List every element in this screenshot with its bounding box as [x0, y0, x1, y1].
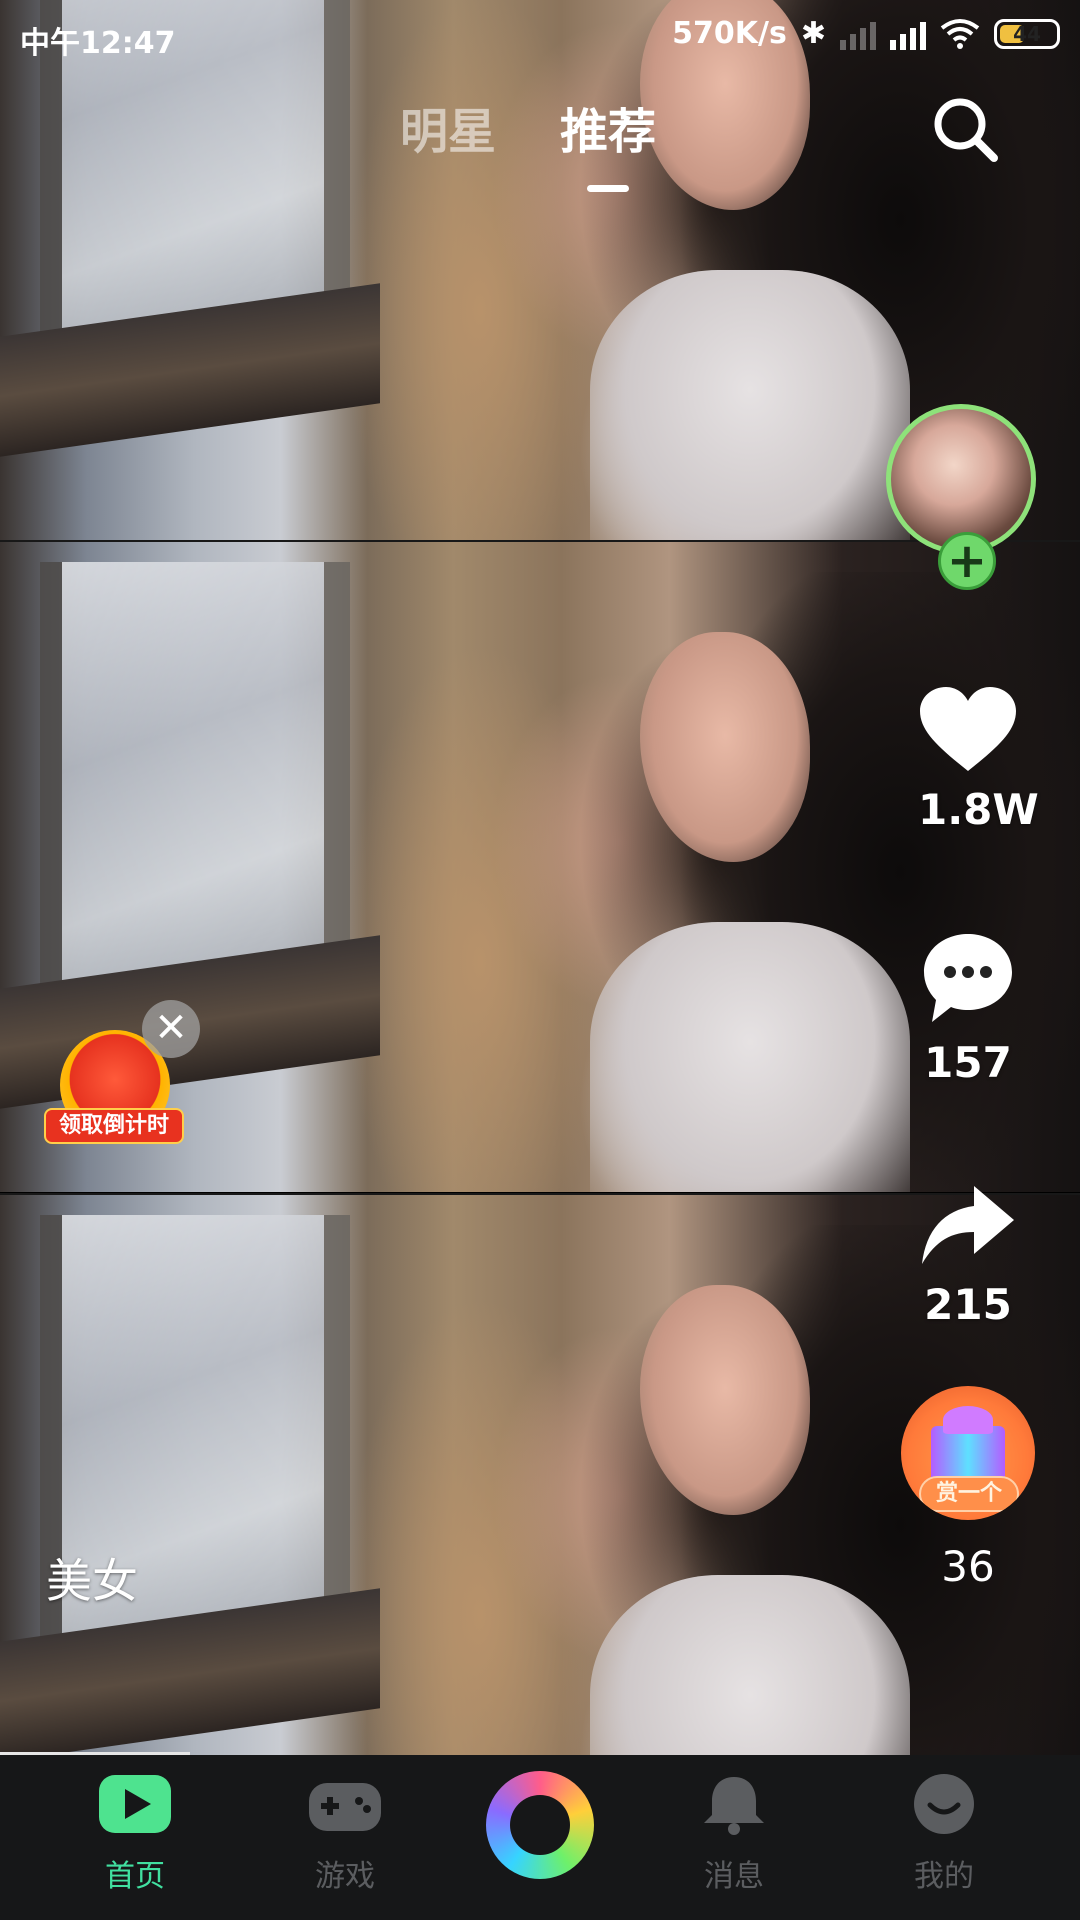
- nav-messages-label: 消息: [704, 1859, 764, 1894]
- gift-count: 36: [941, 1542, 995, 1591]
- bottom-nav: 首页 游戏 消息 我的: [0, 1755, 1080, 1920]
- nav-game-label: 游戏: [315, 1859, 375, 1894]
- status-time: 中午12:47: [20, 26, 176, 61]
- share-icon[interactable]: [918, 1180, 1018, 1270]
- bluetooth-icon: ✱: [800, 16, 826, 51]
- like-button[interactable]: 1.8W: [918, 685, 1039, 834]
- nav-home[interactable]: 首页: [55, 1773, 215, 1895]
- publish-button[interactable]: [486, 1771, 594, 1879]
- face-icon[interactable]: [906, 1773, 982, 1835]
- gift-tag: 赏一个: [919, 1476, 1019, 1512]
- gift-button[interactable]: 赏一个 36: [898, 1386, 1038, 1591]
- status-bar: 中午12:47 570K/s ✱ 44: [0, 0, 1080, 70]
- battery-icon: 44: [994, 18, 1060, 49]
- tab-recommend[interactable]: 推荐: [560, 92, 656, 162]
- signal-icon: [840, 18, 876, 50]
- tab-stars[interactable]: 明星: [400, 92, 496, 162]
- nav-me[interactable]: 我的: [864, 1773, 1024, 1895]
- search-icon[interactable]: [930, 94, 1000, 164]
- comment-button[interactable]: 157: [918, 928, 1018, 1087]
- nav-game[interactable]: 游戏: [265, 1773, 425, 1895]
- wifi-icon: [940, 18, 980, 49]
- nav-me-label: 我的: [914, 1859, 974, 1894]
- author-avatar[interactable]: +: [886, 404, 1036, 590]
- play-icon[interactable]: [97, 1773, 173, 1835]
- battery-level: 44: [1013, 21, 1041, 46]
- nav-messages[interactable]: 消息: [654, 1773, 814, 1895]
- comment-icon[interactable]: [918, 928, 1018, 1028]
- bell-icon[interactable]: [696, 1773, 772, 1835]
- top-tabs: 明星 推荐: [400, 92, 656, 162]
- red-packet-label[interactable]: 领取倒计时: [44, 1108, 184, 1144]
- comment-count: 157: [924, 1038, 1012, 1087]
- gift-icon[interactable]: 赏一个: [901, 1386, 1035, 1520]
- heart-icon[interactable]: [918, 685, 1018, 775]
- network-speed: 570K/s: [672, 16, 787, 51]
- gamepad-icon[interactable]: [307, 1773, 383, 1835]
- nav-home-label: 首页: [105, 1859, 165, 1894]
- share-count: 215: [924, 1280, 1012, 1329]
- like-count: 1.8W: [918, 785, 1039, 834]
- share-button[interactable]: 215: [918, 1180, 1018, 1329]
- follow-button[interactable]: +: [938, 532, 996, 590]
- video-caption: 美女: [46, 1554, 138, 1608]
- signal-icon: [890, 18, 926, 50]
- close-icon[interactable]: ✕: [142, 1000, 200, 1058]
